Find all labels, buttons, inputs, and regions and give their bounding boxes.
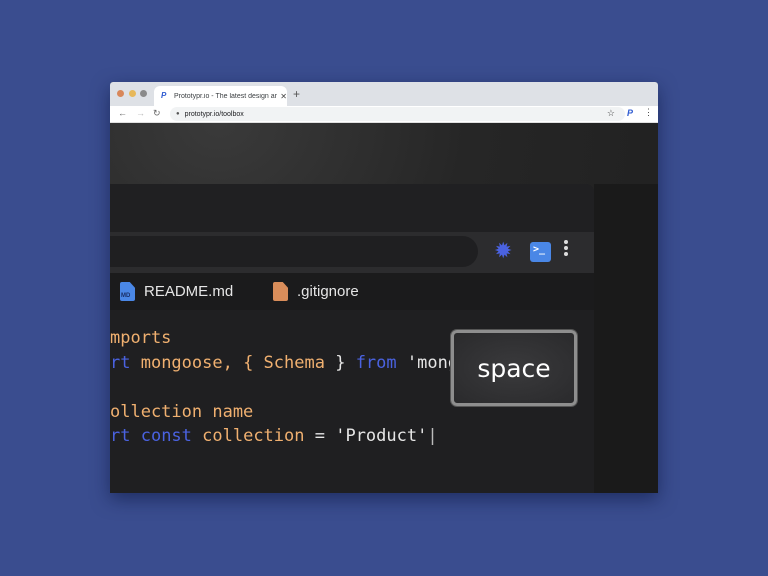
browser-toolbar: ← → ↻ ● prototypr.io/toolbox ☆ P ⋮ — [110, 106, 658, 123]
text-cursor: | — [427, 426, 438, 446]
editor-menu-icon[interactable] — [564, 240, 570, 258]
minimize-window-button[interactable] — [129, 90, 136, 97]
lock-icon: ● — [176, 111, 180, 117]
md-file-icon: MD — [120, 282, 135, 301]
file-icon — [273, 282, 288, 301]
url-text[interactable]: prototypr.io/toolbox — [185, 111, 244, 118]
file-tab-readme[interactable]: MD README.md — [120, 282, 233, 301]
maximize-window-button[interactable] — [140, 90, 147, 97]
back-arrow-icon[interactable]: ← — [118, 108, 127, 118]
sun-icon[interactable]: ✹ — [494, 240, 512, 262]
file-tab-gitignore[interactable]: .gitignore — [273, 282, 359, 301]
editor-header — [110, 184, 594, 232]
tab-prototypr[interactable]: P Prototypr.io - The latest design ar ✕ — [154, 86, 287, 106]
editor-shadow — [594, 184, 658, 493]
address-bar[interactable]: ● prototypr.io/toolbox ☆ — [170, 107, 625, 121]
code-line-5: rt const collection = 'Product'| — [110, 426, 438, 446]
browser-menu-icon[interactable]: ⋮ — [644, 107, 653, 118]
file-name: .gitignore — [297, 283, 359, 300]
editor-search-field[interactable] — [110, 236, 478, 267]
reload-icon[interactable]: ↻ — [153, 108, 161, 119]
browser-window: P Prototypr.io - The latest design ar ✕ … — [110, 82, 658, 493]
editor-toolbar: ✹ >_ — [110, 232, 594, 273]
close-tab-icon[interactable]: ✕ — [280, 92, 287, 101]
bookmark-star-icon[interactable]: ☆ — [607, 108, 615, 119]
space-key-overlay: space — [451, 330, 577, 406]
forward-arrow-icon[interactable]: → — [136, 108, 145, 118]
terminal-icon[interactable]: >_ — [530, 242, 551, 262]
close-window-button[interactable] — [117, 90, 124, 97]
tab-strip: P Prototypr.io - The latest design ar ✕ … — [110, 82, 658, 106]
prototypr-favicon-icon: P — [161, 91, 167, 100]
file-name: README.md — [144, 283, 234, 300]
new-tab-button[interactable]: + — [293, 87, 300, 101]
tab-title: Prototypr.io - The latest design ar — [173, 92, 277, 100]
file-tabs: MD README.md .gitignore — [110, 273, 594, 310]
page-viewport: ✹ >_ MD README.md .gitignore mports rt mo… — [110, 123, 658, 493]
prototypr-extension-icon[interactable]: P — [627, 108, 633, 118]
